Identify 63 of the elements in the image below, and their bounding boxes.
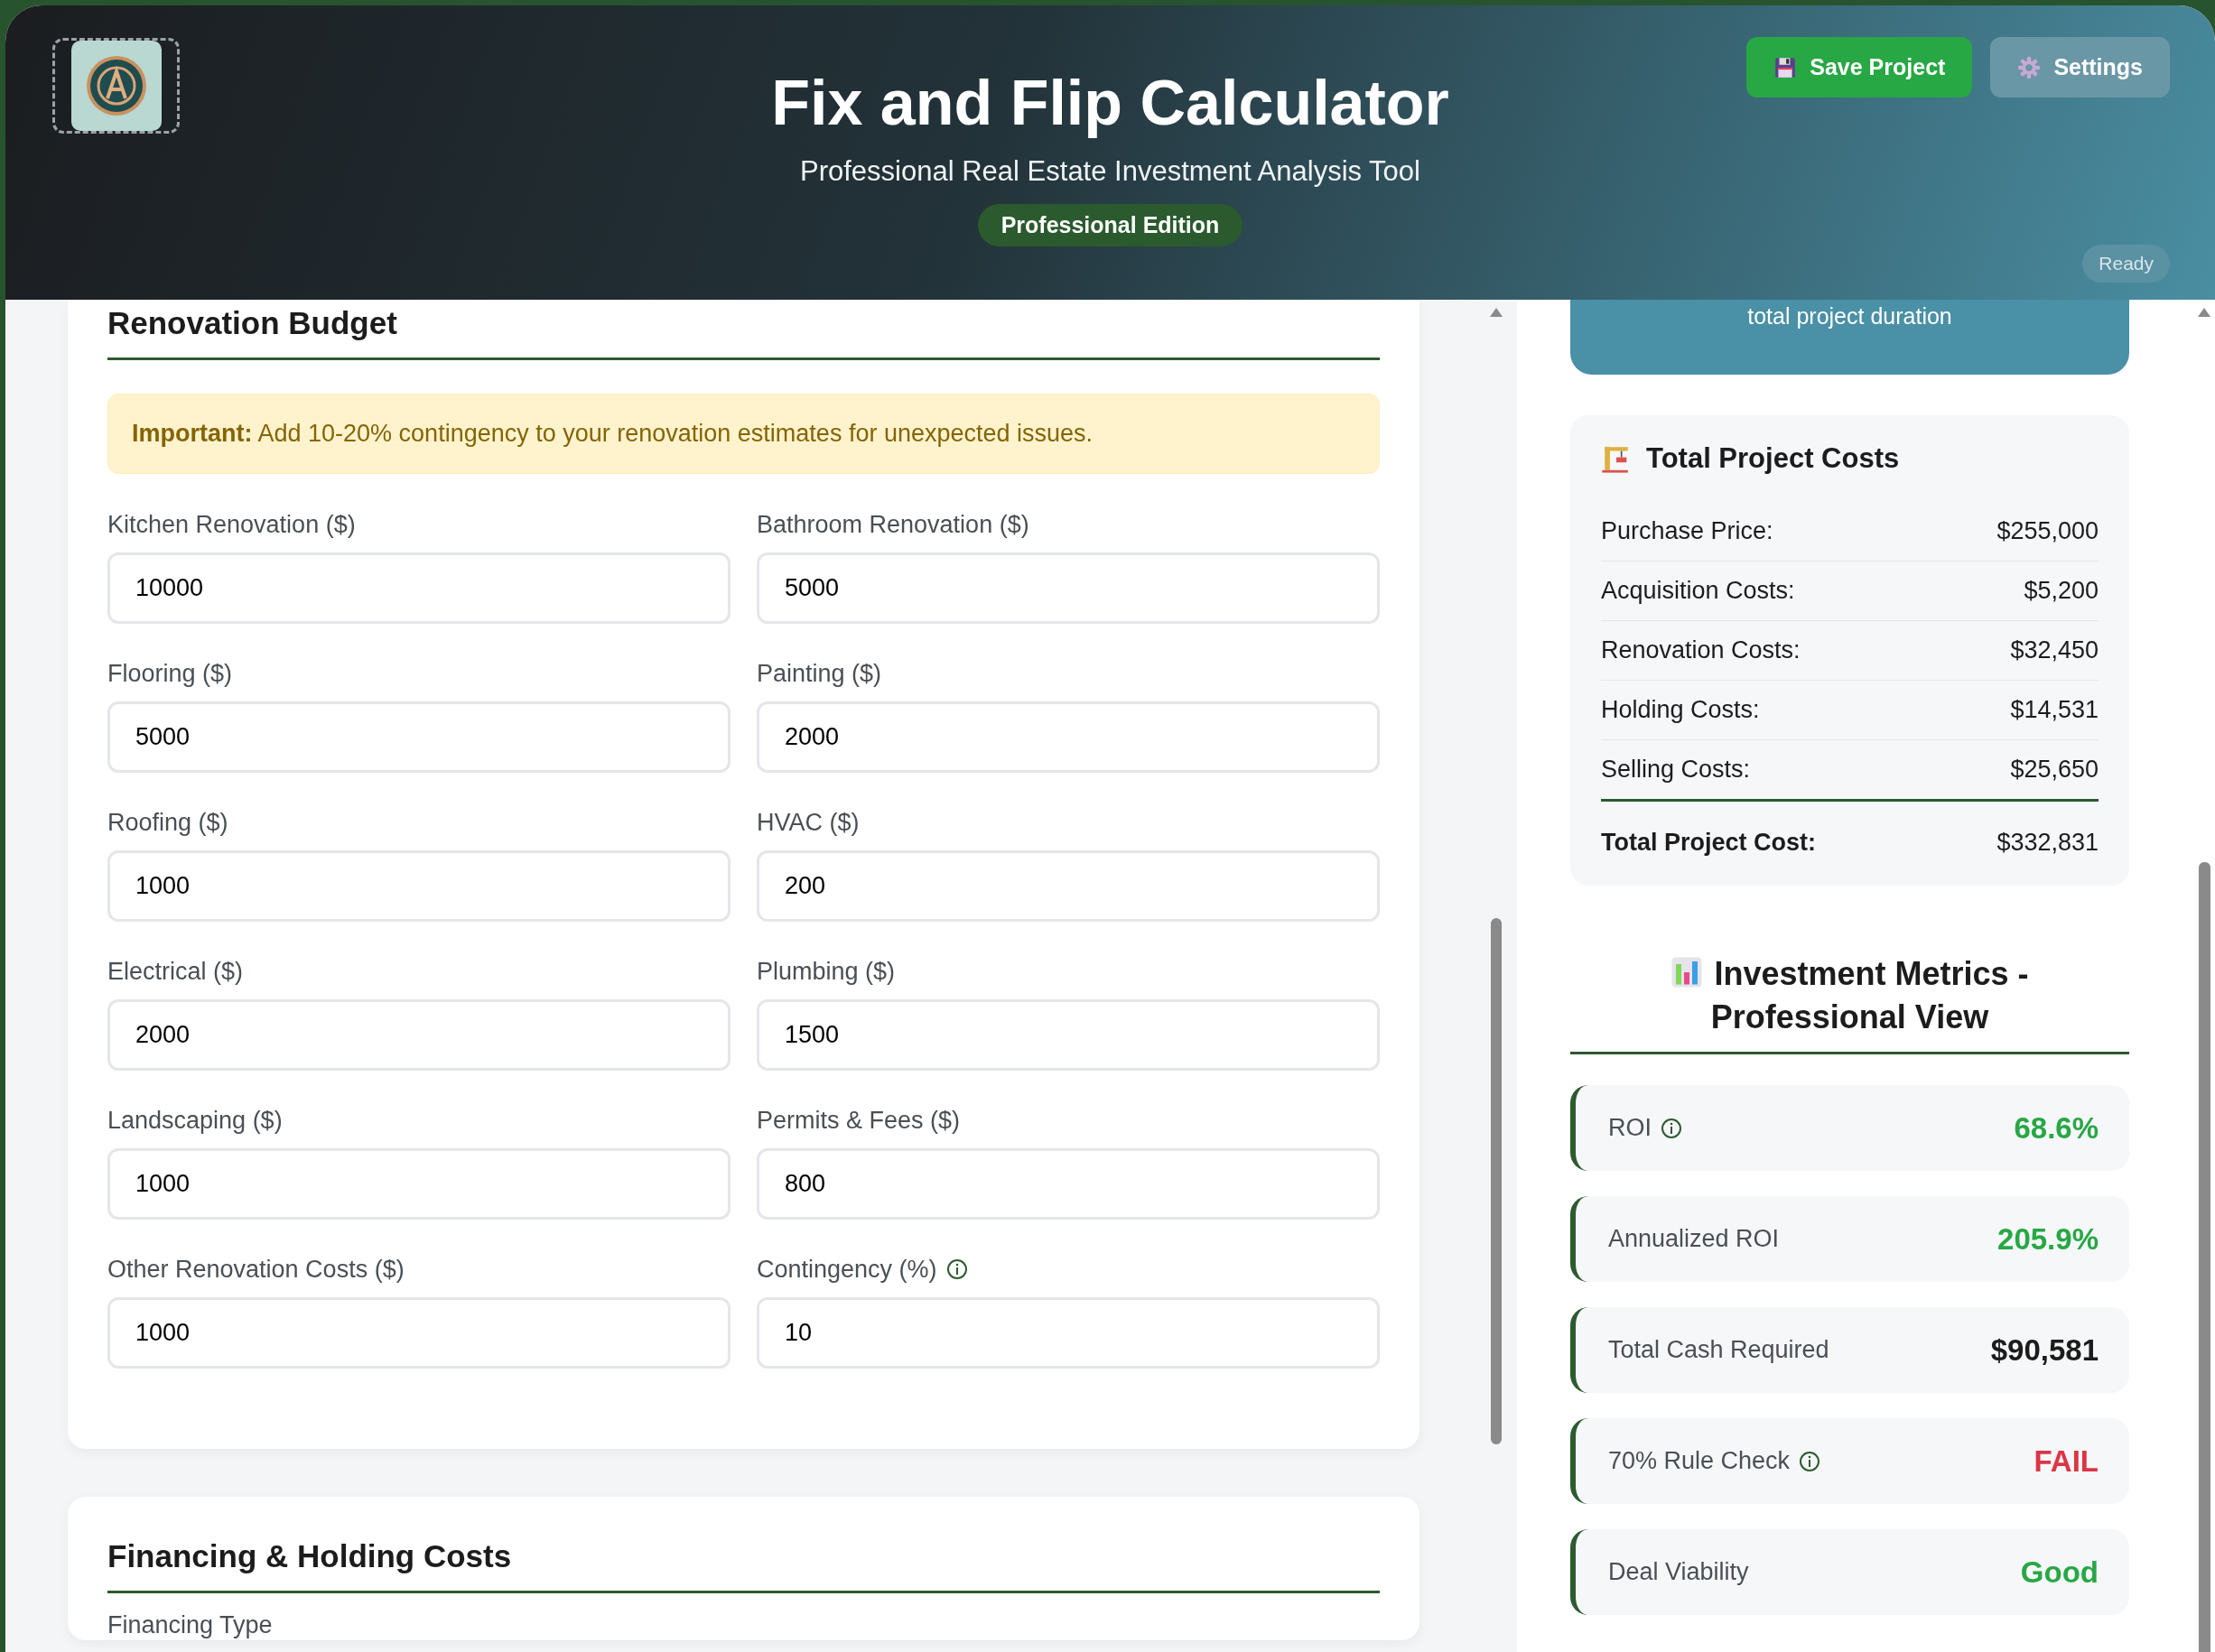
cost-label: Selling Costs: [1601,756,1751,784]
cost-label: Renovation Costs: [1601,636,1801,664]
field-label: Roofing ($) [107,808,228,837]
field-label: Kitchen Renovation ($) [107,510,356,539]
alert-message: Important: Add 10-20% contingency to your renovation estimates for unexpected issues. [107,394,1380,474]
cost-label: Acquisition Costs: [1601,577,1795,605]
cost-label: Purchase Price: [1601,517,1773,545]
input-field[interactable]: 2000 [107,999,731,1071]
input-field[interactable]: 5000 [757,552,1380,624]
field-label: Flooring ($) [107,659,233,688]
cost-value: $25,650 [2010,756,2099,784]
input-field[interactable]: 10000 [107,552,731,624]
field-label: Other Renovation Costs ($) [107,1255,405,1284]
metric-label: ROI [1608,1114,1652,1142]
metric-label: 70% Rule Check [1608,1447,1791,1475]
field-label: Financing Type [107,1610,274,1640]
cost-value: $14,531 [2010,696,2099,724]
field-label: Electrical ($) [107,957,244,986]
field-label: Permits & Fees ($) [757,1106,961,1135]
input-field[interactable]: 800 [757,1148,1380,1220]
metric-value: $90,581 [1990,1332,2099,1368]
input-field[interactable]: 1500 [757,999,1380,1071]
cost-value: $32,450 [2010,636,2099,664]
timeline-card: total project duration [1570,300,2129,375]
section-title: Financing & Holding Costs [107,1538,1380,1593]
cost-value: $5,200 [2024,577,2099,605]
bar-chart-icon [1671,956,1704,988]
edition-badge: Professional Edition [977,204,1243,246]
input-field[interactable]: 1000 [107,1148,731,1220]
scrollbar-thumb[interactable] [2199,862,2210,1652]
field-label: Painting ($) [757,659,882,688]
field-label: HVAC ($) [757,808,860,837]
total-label: Total Project Cost: [1601,829,1817,857]
total-value: $332,831 [1996,829,2099,857]
input-field[interactable]: 1000 [107,1297,731,1369]
metric-label: Deal Viability [1608,1558,1749,1586]
cost-label: Holding Costs: [1601,696,1760,724]
scrollbar-thumb[interactable] [1491,918,1502,1444]
status-pill: Ready [2082,245,2170,283]
metric-value: 68.6% [2014,1110,2099,1146]
card-title: Total Project Costs [1646,442,1900,475]
input-field[interactable]: 10 [757,1297,1380,1369]
metric-value: FAIL [2034,1443,2099,1479]
section-title: Renovation Budget [107,305,1380,360]
gear-icon [2017,55,2042,79]
field-label: Plumbing ($) [757,957,896,986]
field-label: Contingency (%) [757,1255,937,1284]
input-field[interactable]: 200 [757,850,1380,922]
scroll-up-icon [2197,307,2211,318]
input-field[interactable]: 1000 [107,850,731,922]
input-field[interactable]: 5000 [107,701,731,773]
scroll-up-icon [1489,307,1503,318]
app-title: Fix and Flip Calculator [771,67,1449,140]
cost-value: $255,000 [1996,517,2099,545]
metric-value: Good [2020,1555,2099,1590]
section-title: Investment Metrics - Professional View [1710,955,2029,1035]
input-field[interactable]: 2000 [757,701,1380,773]
field-label: Bathroom Renovation ($) [757,510,1029,539]
metric-label: Total Cash Required [1608,1336,1829,1364]
app-subtitle: Professional Real Estate Investment Analysis Tool [800,155,1420,188]
metric-label: Annualized ROI [1608,1225,1780,1253]
field-label: Landscaping ($) [107,1106,283,1135]
metric-value: 205.9% [1997,1221,2099,1257]
